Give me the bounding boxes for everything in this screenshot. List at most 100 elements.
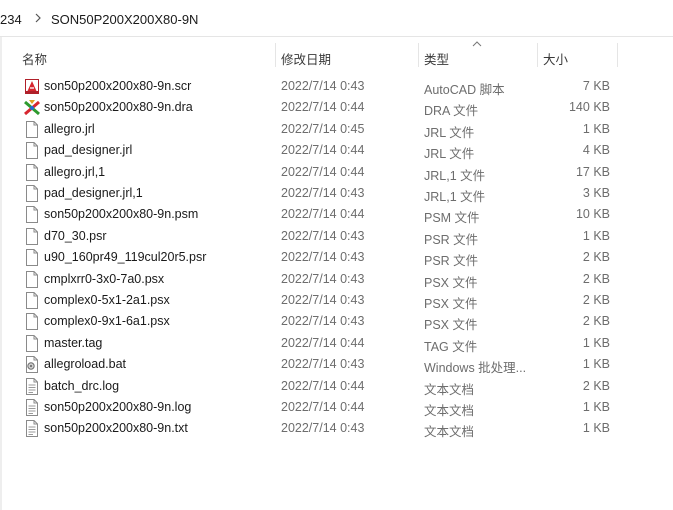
file-size: 2 KB: [582, 250, 610, 265]
file-type: JRL 文件: [424, 147, 475, 162]
file-date-modified: 2022/7/14 0:43: [281, 228, 365, 243]
chevron-right-icon[interactable]: [33, 11, 43, 25]
file-row[interactable]: complex0-5x1-2a1.psx 2022/7/14 0:43 PSX 文件…: [18, 290, 618, 311]
file-name: batch_drc.log: [44, 378, 120, 393]
file-size: 2 KB: [582, 378, 610, 393]
column-divider[interactable]: [275, 43, 276, 67]
allegro-dra-icon: [24, 99, 40, 116]
file-size: 1 KB: [582, 357, 610, 372]
file-type: Windows 批处理...: [424, 361, 527, 376]
file-date-modified: 2022/7/14 0:44: [281, 207, 365, 222]
column-divider[interactable]: [418, 43, 419, 67]
file-type: PSM 文件: [424, 211, 480, 226]
file-date-modified: 2022/7/14 0:43: [281, 186, 365, 200]
text-file-icon: [24, 399, 40, 416]
file-date-modified: 2022/7/14 0:44: [281, 100, 365, 115]
file-date-modified: 2022/7/14 0:43: [281, 79, 365, 93]
file-name: son50p200x200x80-9n.dra: [44, 100, 193, 115]
file-row[interactable]: son50p200x200x80-9n.txt 2022/7/14 0:43 文本文…: [18, 418, 618, 439]
file-date-modified: 2022/7/14 0:43: [281, 271, 365, 286]
file-row[interactable]: son50p200x200x80-9n.dra 2022/7/14 0:44 DRA…: [18, 97, 618, 118]
file-row[interactable]: son50p200x200x80-9n.psm 2022/7/14 0:44 PSM…: [18, 204, 618, 225]
file-icon: [24, 227, 40, 245]
file-row[interactable]: batch_drc.log 2022/7/14 0:44 文本文档 2 KB: [18, 376, 618, 397]
file-type: PSR 文件: [424, 232, 479, 247]
file-date-modified: 2022/7/14 0:43: [281, 357, 365, 372]
address-bar[interactable]: 234 SON50P200X200X80-9N: [0, 0, 673, 37]
file-size: 2 KB: [582, 314, 610, 329]
file-date-modified: 2022/7/14 0:43: [281, 250, 365, 265]
file-name: cmplxrr0-3x0-7a0.psx: [44, 271, 165, 286]
file-date-modified: 2022/7/14 0:43: [281, 293, 365, 307]
file-size: 17 KB: [575, 164, 610, 179]
file-icon: [24, 163, 40, 181]
file-type: AutoCAD 脚本: [424, 83, 505, 97]
file-name: allegro.jrl,1: [44, 164, 106, 179]
file-size: 2 KB: [582, 293, 610, 307]
file-size: 3 KB: [582, 186, 610, 200]
file-date-modified: 2022/7/14 0:44: [281, 164, 365, 179]
file-size: 1 KB: [582, 421, 610, 436]
file-type: 文本文档: [424, 404, 475, 418]
column-divider[interactable]: [617, 43, 618, 67]
file-row[interactable]: son50p200x200x80-9n.scr 2022/7/14 0:43 Aut…: [18, 76, 618, 97]
text-file-icon: [24, 420, 40, 438]
file-size: 140 KB: [568, 100, 610, 115]
file-type: JRL,1 文件: [424, 190, 486, 204]
file-size: 1 KB: [582, 400, 610, 414]
file-date-modified: 2022/7/14 0:44: [281, 143, 365, 158]
file-row[interactable]: u90_160pr49_119cul20r5.psr 2022/7/14 0:43…: [18, 247, 618, 268]
file-row[interactable]: pad_designer.jrl,1 2022/7/14 0:43 JRL,1 文件…: [18, 183, 618, 204]
autocad-script-icon: [24, 78, 40, 95]
file-row[interactable]: d70_30.psr 2022/7/14 0:43 PSR 文件 1 KB: [18, 226, 618, 247]
file-date-modified: 2022/7/14 0:43: [281, 314, 365, 329]
column-divider[interactable]: [537, 43, 538, 67]
file-name: complex0-9x1-6a1.psx: [44, 314, 170, 329]
file-name: d70_30.psr: [44, 228, 107, 243]
column-header-name[interactable]: 名称: [22, 49, 47, 68]
file-name: son50p200x200x80-9n.scr: [44, 79, 192, 93]
file-date-modified: 2022/7/14 0:44: [281, 378, 365, 393]
column-header-row: 名称 修改日期 类型 大小: [0, 37, 673, 73]
file-name: son50p200x200x80-9n.txt: [44, 421, 188, 436]
file-date-modified: 2022/7/14 0:45: [281, 121, 365, 136]
file-type: DRA 文件: [424, 104, 479, 119]
column-header-size[interactable]: 大小: [543, 49, 568, 68]
file-name: son50p200x200x80-9n.psm: [44, 207, 199, 222]
file-row[interactable]: allegro.jrl 2022/7/14 0:45 JRL 文件 1 KB: [18, 119, 618, 140]
file-type: TAG 文件: [424, 339, 478, 354]
file-row[interactable]: complex0-9x1-6a1.psx 2022/7/14 0:43 PSX 文件…: [18, 311, 618, 332]
file-name: u90_160pr49_119cul20r5.psr: [44, 250, 207, 265]
file-icon: [24, 142, 40, 160]
breadcrumb-current[interactable]: SON50P200X200X80-9N: [51, 12, 198, 27]
file-type: 文本文档: [424, 382, 475, 397]
file-row[interactable]: son50p200x200x80-9n.log 2022/7/14 0:44 文本文…: [18, 397, 618, 418]
navigation-pane-edge: [0, 37, 2, 510]
file-type: JRL 文件: [424, 125, 475, 140]
file-size: 1 KB: [582, 335, 610, 350]
file-icon: [24, 249, 40, 267]
file-row[interactable]: allegroload.bat 2022/7/14 0:43 Windows 批处理…: [18, 354, 618, 375]
file-size: 2 KB: [582, 271, 610, 286]
file-row[interactable]: pad_designer.jrl 2022/7/14 0:44 JRL 文件 4 KB: [18, 140, 618, 161]
file-name: allegroload.bat: [44, 357, 127, 372]
file-size: 4 KB: [582, 143, 610, 158]
file-row[interactable]: master.tag 2022/7/14 0:44 TAG 文件 1 KB: [18, 333, 618, 354]
file-icon: [24, 120, 40, 138]
file-size: 10 KB: [575, 207, 610, 222]
column-header-type[interactable]: 类型: [424, 49, 449, 68]
text-file-icon: [24, 377, 40, 395]
file-date-modified: 2022/7/14 0:43: [281, 421, 365, 436]
file-type: PSX 文件: [424, 318, 478, 333]
file-row[interactable]: allegro.jrl,1 2022/7/14 0:44 JRL,1 文件 17 KB: [18, 162, 618, 183]
breadcrumb-prev[interactable]: 234: [0, 12, 22, 27]
file-date-modified: 2022/7/14 0:44: [281, 400, 365, 414]
file-date-modified: 2022/7/14 0:44: [281, 335, 365, 350]
file-name: son50p200x200x80-9n.log: [44, 400, 192, 414]
file-icon: [24, 206, 40, 224]
file-row[interactable]: cmplxrr0-3x0-7a0.psx 2022/7/14 0:43 PSX 文件…: [18, 269, 618, 290]
sort-ascending-icon: [472, 41, 482, 47]
file-size: 1 KB: [582, 121, 610, 136]
file-name: pad_designer.jrl,1: [44, 186, 143, 200]
column-header-date[interactable]: 修改日期: [281, 49, 331, 68]
